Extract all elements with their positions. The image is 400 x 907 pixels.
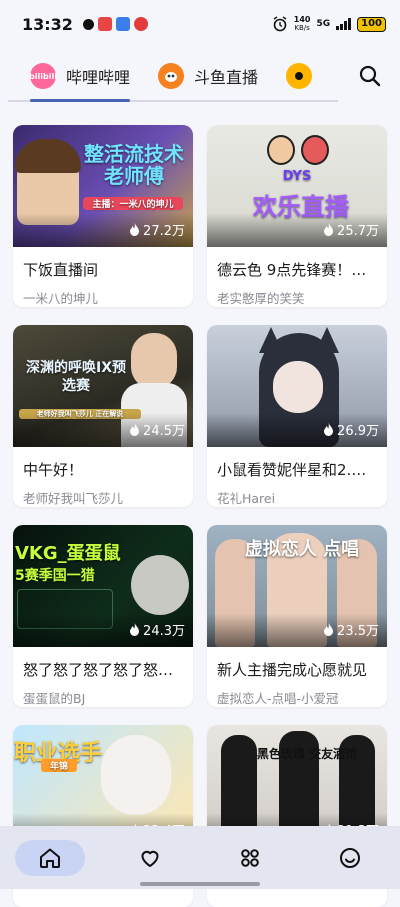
stream-card[interactable]: 26.9万 小鼠看赞妮伴星和2.… 花礼Harei (207, 325, 387, 507)
thumbnail-subcaption: 年锦 (41, 759, 77, 772)
flame-icon (130, 423, 140, 436)
home-icon (40, 848, 60, 868)
stream-title: 德云色 9点先锋赛！… (217, 261, 367, 279)
stream-thumbnail: 整活流技术老师傅 主播：一米八的坤儿 27.2万 (13, 125, 193, 247)
streamer-name: 老师好我叫飞莎儿 (23, 491, 124, 506)
tab-huya[interactable] (286, 63, 313, 89)
viewer-count: 26.9万 (323, 420, 379, 439)
stream-thumbnail: VKG_蛋蛋鼠 5赛季国一猎 24.3万 (13, 525, 193, 647)
stream-thumbnail: DYS 欢乐直播 25.7万 (207, 125, 387, 247)
flame-icon (324, 423, 334, 436)
douyu-logo-icon (158, 63, 185, 89)
streamer-name: 花礼Harei (217, 491, 276, 506)
tab-label: 斗鱼直播 (194, 68, 259, 87)
stream-title: 新人主播完成心愿就见 (217, 661, 368, 679)
thumbnail-subcaption: 主播：一米八的坤儿 (83, 197, 183, 210)
thumbnail-caption: 黑色玫瑰 交友酒馆 (256, 747, 358, 761)
stream-grid: 整活流技术老师傅 主播：一米八的坤儿 27.2万 下饭直播间 一米八的坤儿 DY… (13, 125, 387, 907)
smiley-icon (340, 847, 360, 868)
stream-card[interactable]: 虚拟恋人 点唱 23.5万 新人主播完成心愿就见 虚拟恋人-点唱-小爱冠 (207, 525, 387, 707)
stream-title: 中午好！ (23, 461, 84, 479)
viewer-count: 24.5万 (129, 420, 185, 439)
net-speed: 140 KB/s (293, 15, 311, 33)
nav-categories-button[interactable] (215, 840, 285, 876)
thumbnail-caption: 整活流技术老师傅 (84, 142, 184, 188)
flame-icon (130, 623, 140, 636)
signal-type: 5G (316, 19, 331, 29)
search-icon[interactable] (358, 64, 382, 88)
home-indicator (140, 882, 260, 886)
stream-card[interactable]: 整活流技术老师傅 主播：一米八的坤儿 27.2万 下饭直播间 一米八的坤儿 (13, 125, 193, 307)
tab-divider (8, 99, 338, 102)
huya-logo-icon (286, 63, 313, 89)
nav-favorites-button[interactable] (115, 840, 185, 876)
tab-bilibili[interactable]: bilibili 哔哩哔哩 (29, 63, 131, 89)
active-tab-indicator (30, 99, 130, 102)
thumbnail-caption: VKG_蛋蛋鼠 (15, 543, 121, 564)
viewer-count: 23.5万 (323, 620, 379, 639)
status-bar: 13:32 140 KB/s 5G 100 (0, 0, 400, 48)
app-notification-icon (97, 17, 112, 31)
music-icon (133, 17, 148, 31)
stream-card[interactable]: VKG_蛋蛋鼠 5赛季国一猎 24.3万 怒了怒了怒了怒了怒… 蛋蛋鼠的BJ (13, 525, 193, 707)
flame-icon (324, 623, 334, 636)
heart-icon (141, 850, 159, 867)
stream-card[interactable]: DYS 欢乐直播 25.7万 德云色 9点先锋赛！… 老实憨厚的笑笑 (207, 125, 387, 307)
nav-profile-button[interactable] (315, 840, 385, 876)
viewer-count: 25.7万 (323, 220, 379, 239)
message-icon (115, 17, 130, 31)
streamer-name: 蛋蛋鼠的BJ (23, 691, 86, 706)
flame-icon (324, 223, 334, 236)
notification-icons (82, 17, 148, 31)
stream-title: 小鼠看赞妮伴星和2.… (217, 461, 367, 479)
signal-icon (336, 18, 352, 30)
viewer-count: 24.3万 (129, 620, 185, 639)
stream-title: 下饭直播间 (23, 261, 99, 279)
battery-indicator: 100 (357, 16, 386, 32)
streamer-name: 一米八的坤儿 (23, 291, 99, 306)
stream-thumbnail: 26.9万 (207, 325, 387, 447)
thumbnail-caption: 深渊的呼唤IX预选赛 (25, 360, 126, 394)
status-time: 13:32 (22, 14, 73, 34)
grid-icon (241, 848, 259, 867)
streamer-name: 老实憨厚的笑笑 (217, 291, 305, 306)
stream-title: 怒了怒了怒了怒了怒… (23, 661, 174, 679)
qq-icon (82, 18, 94, 30)
alarm-icon (273, 16, 287, 32)
tab-label: 哔哩哔哩 (66, 68, 131, 87)
bilibili-logo-icon: bilibili (29, 63, 57, 89)
stream-thumbnail: 深渊的呼唤IX预选赛 老师好我叫飞莎儿 正在解说 24.5万 (13, 325, 193, 447)
thumbnail-subcaption: DYS (282, 169, 312, 184)
nav-home-button[interactable] (15, 839, 85, 876)
stream-thumbnail: 虚拟恋人 点唱 23.5万 (207, 525, 387, 647)
tab-douyu[interactable]: 斗鱼直播 (158, 63, 258, 89)
thumbnail-caption: 虚拟恋人 点唱 (244, 539, 360, 560)
viewer-count: 27.2万 (129, 220, 185, 239)
bottom-navigation (0, 826, 400, 889)
thumbnail-subcaption: 5赛季国一猎 (15, 568, 95, 584)
platform-tabs: bilibili 哔哩哔哩 斗鱼直播 (0, 50, 400, 102)
flame-icon (130, 223, 140, 236)
stream-card[interactable]: 深渊的呼唤IX预选赛 老师好我叫飞莎儿 正在解说 24.5万 中午好！ 老师好我… (13, 325, 193, 507)
streamer-name: 虚拟恋人-点唱-小爱冠 (217, 691, 339, 706)
